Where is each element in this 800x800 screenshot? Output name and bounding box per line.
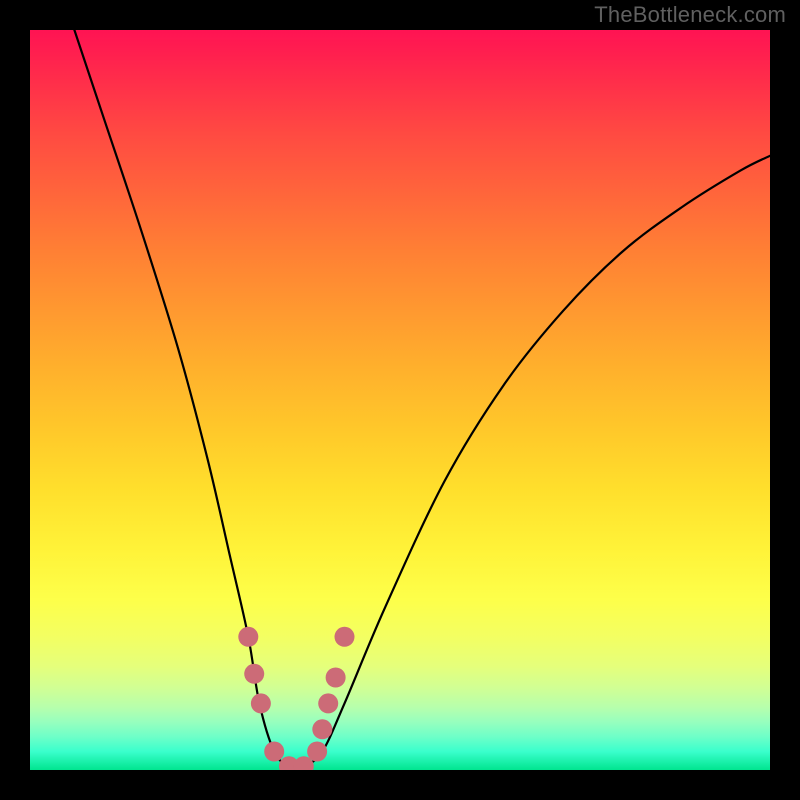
source-credit: TheBottleneck.com xyxy=(594,2,786,28)
highlight-marker xyxy=(307,742,327,762)
bottleneck-curve-path xyxy=(74,30,770,768)
highlight-marker xyxy=(238,627,258,647)
highlight-marker xyxy=(244,664,264,684)
highlight-marker xyxy=(264,742,284,762)
highlight-marker xyxy=(251,693,271,713)
highlight-marker-group xyxy=(238,627,354,770)
highlight-marker xyxy=(326,668,346,688)
highlight-marker xyxy=(312,719,332,739)
bottleneck-curve-svg xyxy=(30,30,770,770)
highlight-marker xyxy=(318,693,338,713)
highlight-marker xyxy=(335,627,355,647)
plot-area xyxy=(30,30,770,770)
chart-frame: TheBottleneck.com xyxy=(0,0,800,800)
